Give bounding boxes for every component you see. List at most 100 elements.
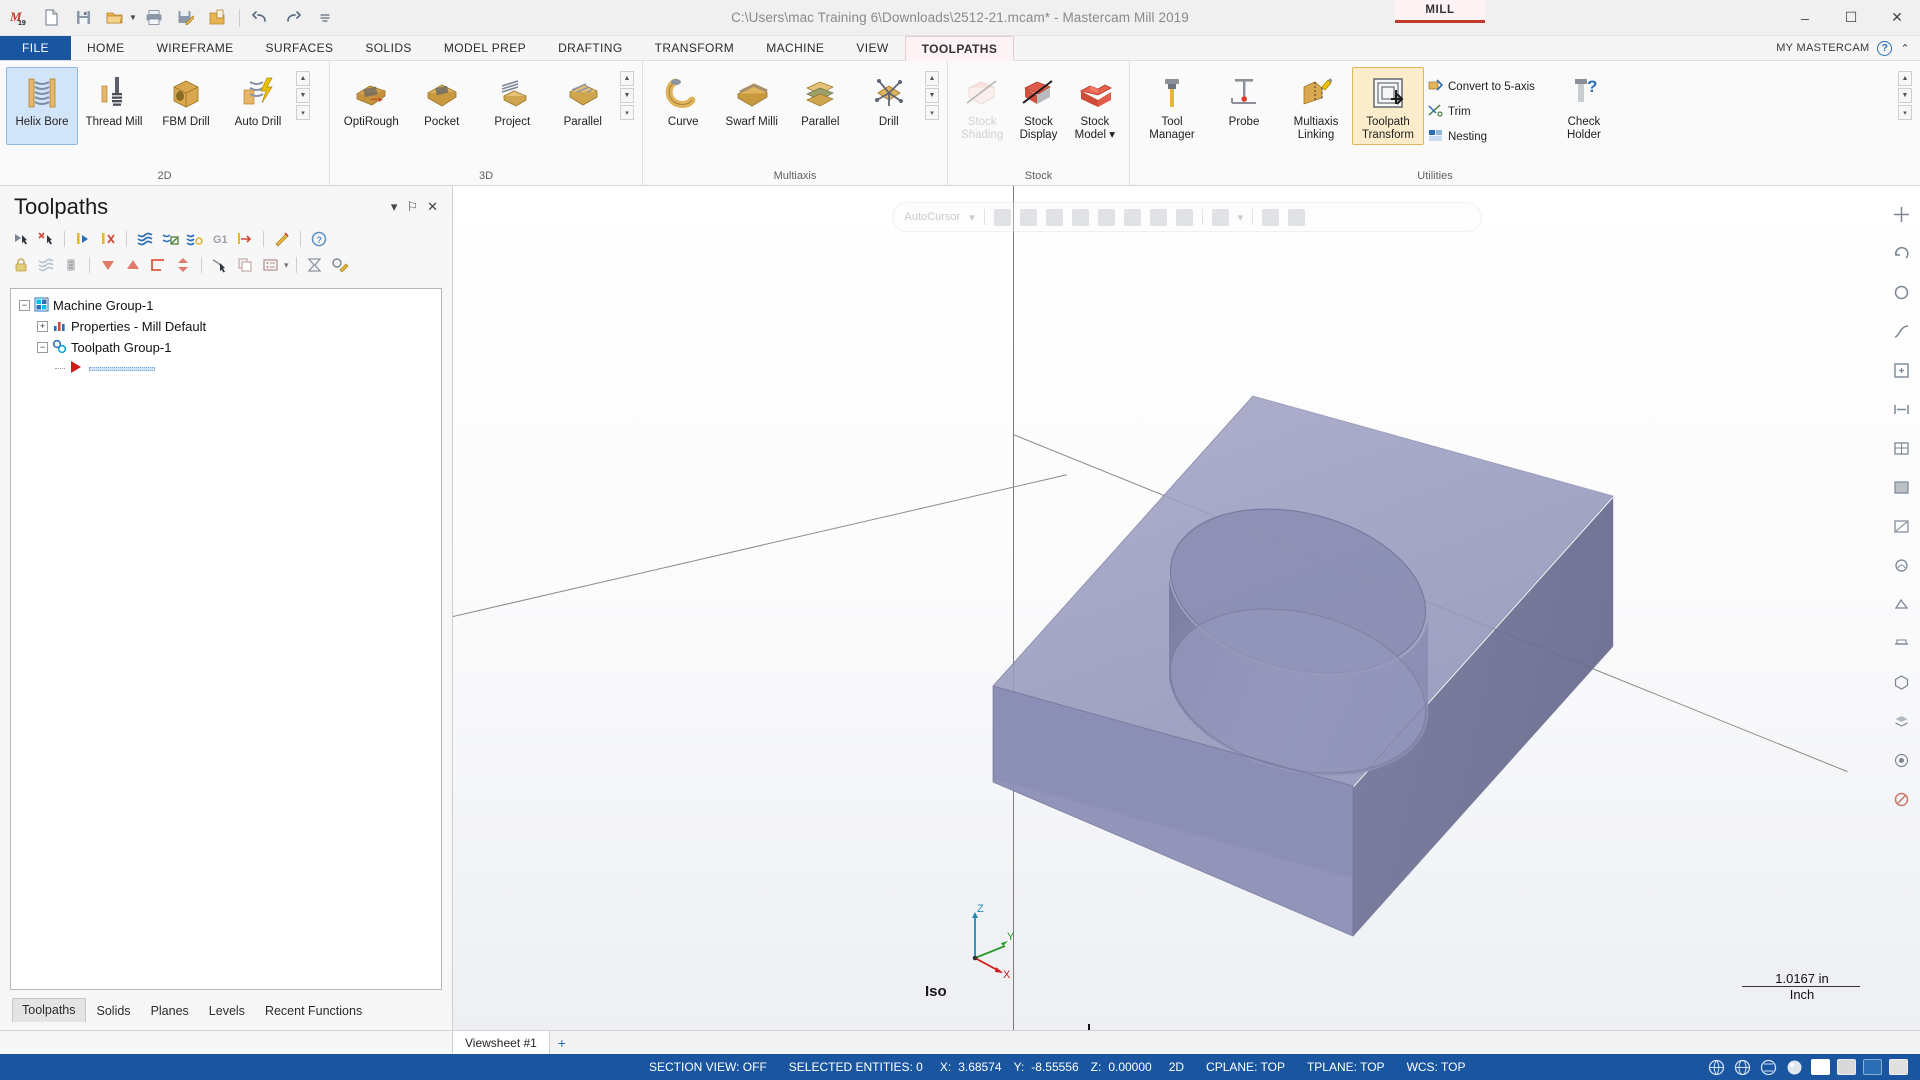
pocket-button[interactable]: Pocket [407, 67, 478, 145]
globe-tplane-icon[interactable] [1759, 1058, 1778, 1077]
pin-panel-button[interactable]: ⚐ [406, 199, 418, 215]
3d-expand-gallery-button[interactable]: ▾ [620, 105, 634, 120]
tree-node-machine-group[interactable]: − Machine Group-1 [15, 295, 437, 316]
tree-node-toolpath-group[interactable]: − Toolpath Group-1 [15, 337, 437, 358]
multiaxis-expand-gallery-button[interactable]: ▾ [925, 105, 939, 120]
copy-operations-icon[interactable] [234, 254, 256, 276]
stock-shading-button[interactable]: Stock Shading [954, 67, 1010, 145]
open-dropdown-caret-icon[interactable]: ▼ [129, 13, 137, 22]
backplot-toolpaths-icon[interactable] [159, 228, 181, 250]
open-folder-icon[interactable] [100, 4, 130, 32]
tab-home[interactable]: HOME [71, 36, 141, 60]
tab-recent-functions-panel[interactable]: Recent Functions [256, 1000, 371, 1022]
edge-display-icon[interactable] [1887, 590, 1915, 618]
status-section-view[interactable]: SECTION VIEW: OFF [638, 1060, 778, 1074]
help-toolpaths-icon[interactable]: ? [308, 228, 330, 250]
redo-icon[interactable] [278, 4, 308, 32]
blank-entities-icon[interactable] [1887, 785, 1915, 813]
close-button[interactable]: ✕ [1874, 0, 1920, 36]
tab-planes-panel[interactable]: Planes [142, 1000, 198, 1022]
parallel-multiaxis-button[interactable]: Parallel [786, 67, 855, 145]
tree-node-insert-arrow[interactable] [15, 358, 437, 379]
deselect-all-toolpaths-icon[interactable] [35, 228, 57, 250]
3d-scroll-up-button[interactable]: ▲ [620, 71, 634, 86]
tab-model-prep[interactable]: MODEL PREP [428, 36, 542, 60]
toolpaths-tree[interactable]: − Machine Group-1 + Properties - Mill De… [10, 288, 442, 990]
toggle-insert-arrow-icon[interactable] [147, 254, 169, 276]
tab-solids[interactable]: SOLIDS [349, 36, 427, 60]
maximize-button[interactable]: ☐ [1828, 0, 1874, 36]
shaded-display-icon[interactable] [1887, 473, 1915, 501]
2d-scroll-down-button[interactable]: ▼ [296, 88, 310, 103]
toolpath-group-options-icon[interactable] [329, 254, 351, 276]
orbit-view-icon[interactable] [1887, 278, 1915, 306]
multiaxis-scroll-down-button[interactable]: ▼ [925, 88, 939, 103]
pan-view-icon[interactable] [1887, 317, 1915, 345]
minimize-button[interactable]: – [1782, 0, 1828, 36]
print-icon[interactable] [139, 4, 169, 32]
section-view-icon[interactable] [1887, 629, 1915, 657]
3d-scroll-down-button[interactable]: ▼ [620, 88, 634, 103]
viewsheet-tab-1[interactable]: Viewsheet #1 [453, 1031, 550, 1054]
close-panel-button[interactable]: ✕ [427, 199, 438, 215]
add-viewsheet-button[interactable]: + [550, 1031, 574, 1054]
convert-to-5-axis-button[interactable]: Convert to 5-axis [1424, 75, 1542, 99]
utilities-scroll-down-button[interactable]: ▼ [1898, 88, 1912, 103]
operation-details-icon[interactable] [259, 254, 281, 276]
globe-cplane-icon[interactable] [1733, 1058, 1752, 1077]
utilities-scroll-up-button[interactable]: ▲ [1898, 71, 1912, 86]
post-selected-operations-icon[interactable]: G1 [209, 228, 231, 250]
tab-wireframe[interactable]: WIREFRAME [141, 36, 250, 60]
toolpath-group-expander[interactable]: − [37, 342, 48, 353]
tab-toolpaths-panel[interactable]: Toolpaths [12, 998, 86, 1022]
move-insert-arrow-icon[interactable] [172, 254, 194, 276]
expand-collapse-icon[interactable] [304, 254, 326, 276]
help-icon[interactable]: ? [1877, 40, 1893, 56]
stock-model-button[interactable]: Stock Model ▾ [1067, 67, 1123, 145]
machine-group-expander[interactable]: − [19, 300, 30, 311]
color-swatch-gray[interactable] [1837, 1059, 1856, 1075]
insert-arrow-selection[interactable] [89, 366, 155, 371]
fit-view-icon[interactable] [1887, 200, 1915, 228]
thread-mill-button[interactable]: Thread Mill [78, 67, 150, 145]
swarf-milling-button[interactable]: Swarf Milli [718, 67, 787, 145]
fbm-drill-button[interactable]: FBM Drill [150, 67, 222, 145]
check-holder-button[interactable]: ? Check Holder [1548, 67, 1620, 145]
select-all-toolpaths-icon[interactable] [10, 228, 32, 250]
minimize-panel-button[interactable]: ▾ [391, 199, 398, 215]
2d-expand-gallery-button[interactable]: ▾ [296, 105, 310, 120]
toolpath-transform-button[interactable]: Toolpath Transform [1352, 67, 1424, 146]
parallel-3d-button[interactable]: Parallel [548, 67, 619, 145]
color-swatch-blue[interactable] [1863, 1059, 1882, 1075]
status-wcs[interactable]: WCS: TOP [1396, 1060, 1477, 1074]
solid-model-render[interactable] [453, 186, 1920, 1030]
tab-drafting[interactable]: DRAFTING [542, 36, 639, 60]
status-tplane[interactable]: TPLANE: TOP [1296, 1060, 1396, 1074]
only-display-selected-icon[interactable] [209, 254, 231, 276]
status-2d-3d-toggle[interactable]: 2D [1158, 1060, 1195, 1074]
multiaxis-scroll-up-button[interactable]: ▲ [925, 71, 939, 86]
tab-view[interactable]: VIEW [840, 36, 904, 60]
move-up-icon[interactable] [122, 254, 144, 276]
drill-multiaxis-button[interactable]: Drill [855, 67, 924, 145]
move-down-icon[interactable] [97, 254, 119, 276]
isometric-view-icon[interactable] [1887, 668, 1915, 696]
tab-toolpaths[interactable]: TOOLPATHS [904, 36, 1015, 61]
multiaxis-linking-button[interactable]: Multiaxis Linking [1280, 67, 1352, 145]
2d-scroll-up-button[interactable]: ▲ [296, 71, 310, 86]
helix-bore-button[interactable]: Helix Bore [6, 67, 78, 145]
tab-file[interactable]: FILE [0, 36, 71, 60]
stock-display-button[interactable]: Stock Display [1010, 67, 1066, 145]
utilities-expand-gallery-button[interactable]: ▾ [1898, 105, 1912, 120]
operation-details-dropdown-icon[interactable]: ▾ [284, 260, 289, 271]
regenerate-selected-icon[interactable] [72, 228, 94, 250]
toolpath-tools-icon[interactable] [271, 228, 293, 250]
status-selected-entities[interactable]: SELECTED ENTITIES: 0 [778, 1060, 934, 1074]
undo-icon[interactable] [246, 4, 276, 32]
project-button[interactable]: Project [477, 67, 548, 145]
tab-surfaces[interactable]: SURFACES [250, 36, 350, 60]
tool-manager-button[interactable]: Tool Manager [1136, 67, 1208, 145]
regenerate-invalid-icon[interactable] [97, 228, 119, 250]
lock-selected-operations-icon[interactable] [10, 254, 32, 276]
optirough-button[interactable]: OptiRough [336, 67, 407, 145]
